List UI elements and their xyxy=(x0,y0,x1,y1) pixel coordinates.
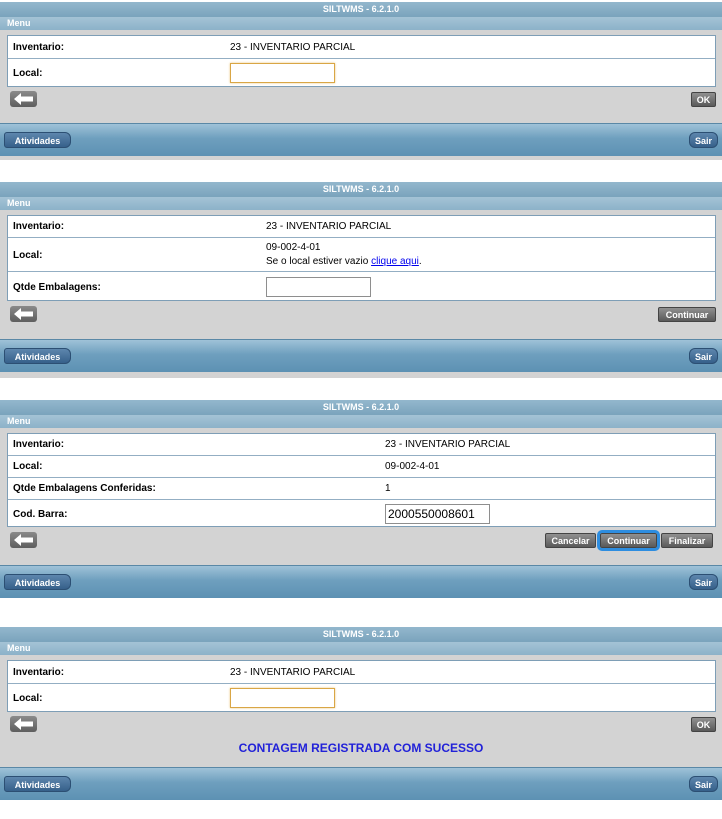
inventory-form: Inventario: 23 - INVENTARIO PARCIAL Loca… xyxy=(7,433,716,527)
continue-button[interactable]: Continuar xyxy=(597,530,660,551)
back-button[interactable] xyxy=(10,91,37,107)
local-input[interactable] xyxy=(230,63,335,83)
arrow-left-icon xyxy=(14,718,33,730)
ok-button[interactable]: OK xyxy=(691,717,716,732)
cancel-button[interactable]: Cancelar xyxy=(545,533,596,548)
local-value: 09-002-4-01 xyxy=(385,461,440,472)
back-button[interactable] xyxy=(10,306,37,322)
footer-bar: Atividades Sair xyxy=(0,339,722,372)
back-button[interactable] xyxy=(10,716,37,732)
activities-button[interactable]: Atividades xyxy=(4,132,71,148)
inventory-form: Inventario: 23 - INVENTARIO PARCIAL Loca… xyxy=(7,35,716,87)
footer-bar: Atividades Sair xyxy=(0,123,722,156)
local-value: 09-002-4-01 xyxy=(266,242,321,253)
checked-value: 1 xyxy=(385,483,391,494)
local-row: Local: 09-002-4-01 Se o local estiver va… xyxy=(8,238,715,272)
inventory-value: 23 - INVENTARIO PARCIAL xyxy=(385,439,511,450)
barcode-label: Cod. Barra: xyxy=(13,509,68,520)
activities-button[interactable]: Atividades xyxy=(4,348,71,364)
continue-button[interactable]: Continuar xyxy=(658,307,716,322)
menu-link[interactable]: Menu xyxy=(0,17,722,30)
inventory-row: Inventario: 23 - INVENTARIO PARCIAL xyxy=(8,434,715,456)
app-title: SILTWMS - 6.2.1.0 xyxy=(0,2,722,17)
back-button[interactable] xyxy=(10,532,37,548)
activities-button[interactable]: Atividades xyxy=(4,574,71,590)
inventory-row: Inventario: 23 - INVENTARIO PARCIAL xyxy=(8,661,715,684)
qty-label: Qtde Embalagens: xyxy=(13,282,101,293)
exit-button[interactable]: Sair xyxy=(689,132,718,148)
exit-button[interactable]: Sair xyxy=(689,348,718,364)
inventory-value: 23 - INVENTARIO PARCIAL xyxy=(266,221,392,232)
app-title: SILTWMS - 6.2.1.0 xyxy=(0,400,722,415)
barcode-input[interactable] xyxy=(385,504,490,524)
inventory-form: Inventario: 23 - INVENTARIO PARCIAL Loca… xyxy=(7,660,716,712)
local-label: Local: xyxy=(13,693,43,704)
ok-button[interactable]: OK xyxy=(691,92,716,107)
local-input[interactable] xyxy=(230,688,335,708)
empty-location-link[interactable]: clique aqui xyxy=(371,256,419,267)
screen-3: SILTWMS - 6.2.1.0 Menu Inventario: 23 - … xyxy=(0,400,722,598)
inventory-label: Inventario: xyxy=(13,221,65,232)
inventory-form: Inventario: 23 - INVENTARIO PARCIAL Loca… xyxy=(7,215,716,301)
inventory-label: Inventario: xyxy=(13,439,65,450)
local-row: Local: 09-002-4-01 xyxy=(8,456,715,478)
arrow-left-icon xyxy=(14,93,33,105)
arrow-left-icon xyxy=(14,534,33,546)
exit-button[interactable]: Sair xyxy=(689,776,718,792)
qty-row: Qtde Embalagens: xyxy=(8,272,715,302)
activities-button[interactable]: Atividades xyxy=(4,776,71,792)
finish-button[interactable]: Finalizar xyxy=(661,533,713,548)
local-label: Local: xyxy=(13,68,43,79)
inventory-row: Inventario: 23 - INVENTARIO PARCIAL xyxy=(8,216,715,238)
screen-2: SILTWMS - 6.2.1.0 Menu Inventario: 23 - … xyxy=(0,182,722,378)
success-message: CONTAGEM REGISTRADA COM SUCESSO xyxy=(238,741,484,755)
inventory-label: Inventario: xyxy=(13,42,65,53)
app-title: SILTWMS - 6.2.1.0 xyxy=(0,182,722,197)
footer-bar: Atividades Sair xyxy=(0,565,722,598)
checked-row: Qtde Embalagens Conferidas: 1 xyxy=(8,478,715,500)
qty-input[interactable] xyxy=(266,277,371,297)
app-title: SILTWMS - 6.2.1.0 xyxy=(0,627,722,642)
menu-link[interactable]: Menu xyxy=(0,642,722,655)
empty-location-text: Se o local estiver vazio xyxy=(266,256,372,267)
local-label: Local: xyxy=(13,250,43,261)
screen-4: SILTWMS - 6.2.1.0 Menu Inventario: 23 - … xyxy=(0,627,722,800)
inventory-label: Inventario: xyxy=(13,667,65,678)
local-label: Local: xyxy=(13,461,43,472)
checked-label: Qtde Embalagens Conferidas: xyxy=(13,483,156,494)
empty-location-tail: . xyxy=(418,256,422,267)
local-row: Local: xyxy=(8,59,715,88)
menu-link[interactable]: Menu xyxy=(0,415,722,428)
inventory-row: Inventario: 23 - INVENTARIO PARCIAL xyxy=(8,36,715,59)
arrow-left-icon xyxy=(14,308,33,320)
empty-location-note: Se o local estiver vazio clique aqui. xyxy=(266,256,422,267)
inventory-value: 23 - INVENTARIO PARCIAL xyxy=(230,42,356,53)
exit-button[interactable]: Sair xyxy=(689,574,718,590)
barcode-row: Cod. Barra: xyxy=(8,500,715,528)
menu-link[interactable]: Menu xyxy=(0,197,722,210)
screen-1: SILTWMS - 6.2.1.0 Menu Inventario: 23 - … xyxy=(0,2,722,160)
footer-bar: Atividades Sair xyxy=(0,767,722,800)
local-row: Local: xyxy=(8,684,715,713)
inventory-value: 23 - INVENTARIO PARCIAL xyxy=(230,667,356,678)
